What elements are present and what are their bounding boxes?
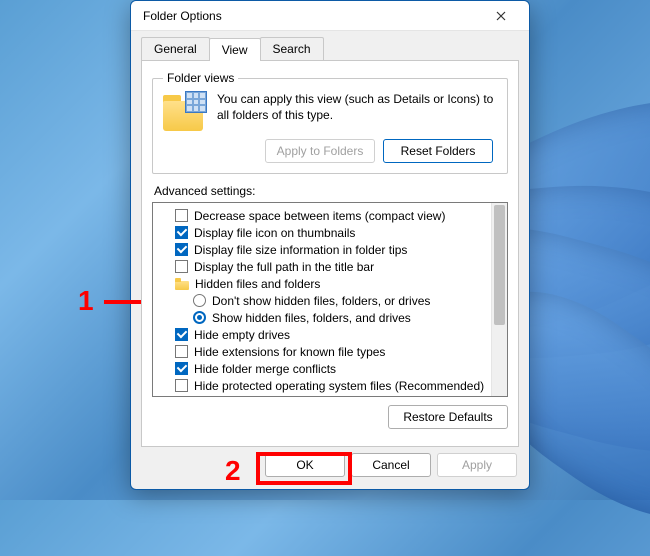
list-item[interactable]: Hide empty drives	[157, 326, 503, 343]
list-item-label: Don't show hidden files, folders, or dri…	[212, 294, 430, 308]
list-item[interactable]: Decrease space between items (compact vi…	[157, 207, 503, 224]
folder-views-description: You can apply this view (such as Details…	[217, 91, 497, 123]
list-item-label: Hide protected operating system files (R…	[194, 379, 484, 393]
list-item-label: Hide extensions for known file types	[194, 345, 385, 359]
tab-search[interactable]: Search	[260, 37, 324, 60]
list-item-label: Hide folder merge conflicts	[194, 362, 336, 376]
list-item[interactable]: Show hidden files, folders, and drives	[157, 309, 503, 326]
advanced-settings-list[interactable]: Decrease space between items (compact vi…	[152, 202, 508, 397]
restore-defaults-button[interactable]: Restore Defaults	[388, 405, 508, 429]
folder-options-dialog: Folder Options General View Search Folde…	[130, 0, 530, 490]
tab-view-panel: Folder views You can apply this view (su…	[141, 60, 519, 447]
radio[interactable]	[193, 311, 206, 324]
advanced-settings-label: Advanced settings:	[154, 184, 508, 198]
list-item[interactable]: Hidden files and folders	[157, 275, 503, 292]
tab-general[interactable]: General	[141, 37, 210, 60]
folder-icon	[175, 278, 189, 290]
apply-button[interactable]: Apply	[437, 453, 517, 477]
annotation-number-1: 1	[78, 285, 94, 317]
reset-folders-button[interactable]: Reset Folders	[383, 139, 493, 163]
checkbox[interactable]	[175, 396, 188, 397]
checkbox[interactable]	[175, 362, 188, 375]
folder-views-legend: Folder views	[163, 71, 238, 85]
list-item[interactable]: Hide extensions for known file types	[157, 343, 503, 360]
list-item[interactable]: Launch folder windows in a separate proc…	[157, 394, 503, 397]
cancel-button[interactable]: Cancel	[351, 453, 431, 477]
close-button[interactable]	[481, 2, 521, 30]
list-item-label: Show hidden files, folders, and drives	[212, 311, 411, 325]
checkbox[interactable]	[175, 260, 188, 273]
annotation-box-ok	[256, 452, 352, 485]
radio[interactable]	[193, 294, 206, 307]
checkbox[interactable]	[175, 345, 188, 358]
checkbox[interactable]	[175, 226, 188, 239]
close-icon	[496, 11, 506, 21]
checkbox[interactable]	[175, 328, 188, 341]
list-item[interactable]: Hide protected operating system files (R…	[157, 377, 503, 394]
tab-view[interactable]: View	[209, 38, 261, 61]
checkbox[interactable]	[175, 243, 188, 256]
list-item-label: Hide empty drives	[194, 328, 290, 342]
scrollbar-thumb[interactable]	[494, 205, 505, 325]
checkbox[interactable]	[175, 379, 188, 392]
list-item-label: Display file icon on thumbnails	[194, 226, 355, 240]
list-item-label: Hidden files and folders	[195, 277, 320, 291]
annotation-number-2: 2	[225, 455, 241, 487]
window-title: Folder Options	[143, 9, 481, 23]
list-item[interactable]: Don't show hidden files, folders, or dri…	[157, 292, 503, 309]
list-item[interactable]: Display file size information in folder …	[157, 241, 503, 258]
list-item[interactable]: Display the full path in the title bar	[157, 258, 503, 275]
list-item-label: Display file size information in folder …	[194, 243, 407, 257]
apply-to-folders-button[interactable]: Apply to Folders	[265, 139, 375, 163]
folder-views-group: Folder views You can apply this view (su…	[152, 71, 508, 174]
folder-views-icon	[163, 91, 207, 131]
list-item[interactable]: Display file icon on thumbnails	[157, 224, 503, 241]
scrollbar[interactable]	[491, 203, 507, 396]
list-item-label: Decrease space between items (compact vi…	[194, 209, 445, 223]
checkbox[interactable]	[175, 209, 188, 222]
titlebar[interactable]: Folder Options	[131, 1, 529, 31]
tab-strip: General View Search	[131, 31, 529, 60]
list-item-label: Launch folder windows in a separate proc…	[194, 396, 434, 398]
list-item-label: Display the full path in the title bar	[194, 260, 374, 274]
list-item[interactable]: Hide folder merge conflicts	[157, 360, 503, 377]
